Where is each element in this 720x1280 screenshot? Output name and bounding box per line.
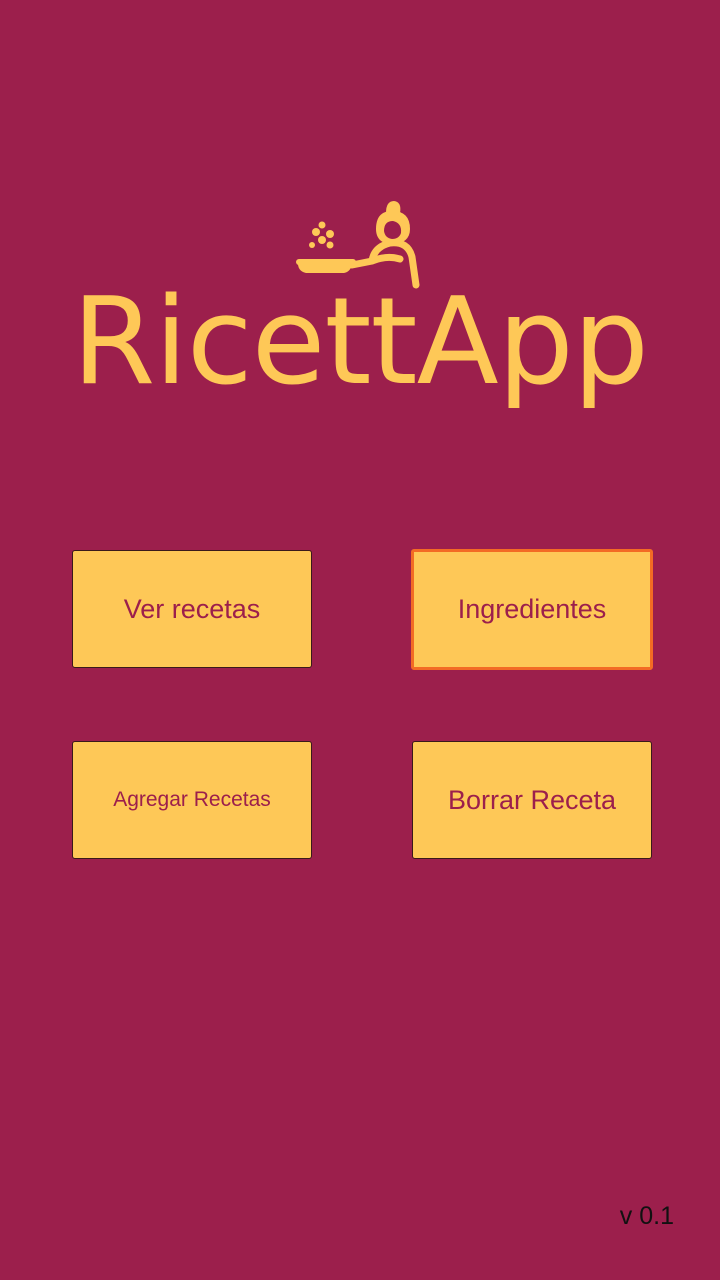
ingredients-button[interactable]: Ingredientes <box>411 549 653 670</box>
app-logo: RicettApp <box>60 195 660 415</box>
view-recipes-button[interactable]: Ver recetas <box>72 550 312 668</box>
add-recipes-label: Agregar Recetas <box>113 788 271 811</box>
add-recipes-button[interactable]: Agregar Recetas <box>72 741 312 859</box>
ingredients-label: Ingredientes <box>457 594 607 624</box>
version-label: v 0.1 <box>619 1202 674 1230</box>
delete-recipe-button[interactable]: Borrar Receta <box>412 741 652 859</box>
home-screen: RicettApp Ver recetas Ingredientes Agreg… <box>0 0 720 1280</box>
delete-recipe-label: Borrar Receta <box>447 784 617 815</box>
app-logo-text: RicettApp <box>71 273 649 412</box>
view-recipes-label: Ver recetas <box>123 593 261 624</box>
